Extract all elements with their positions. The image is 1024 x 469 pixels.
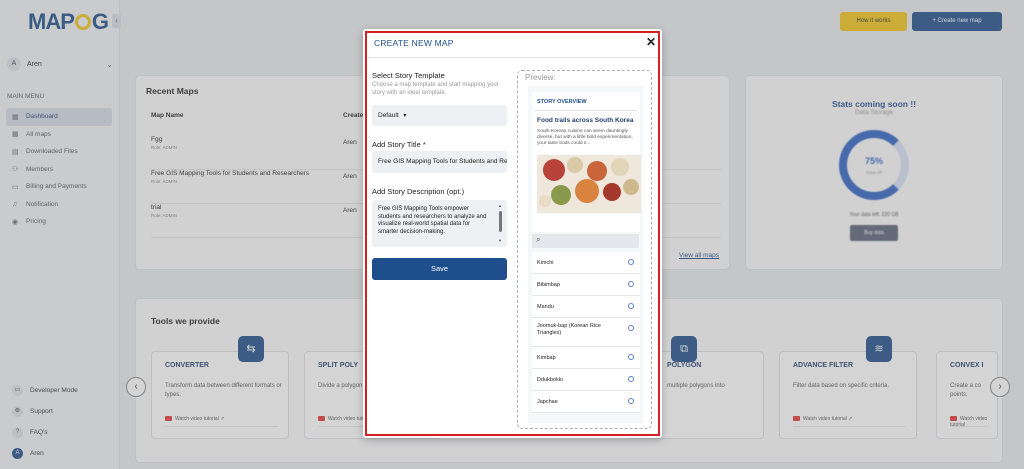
search-icon: ⌕ bbox=[536, 235, 541, 244]
preview-location-list: Kimchi Bibimbap Mandu Joomuk-bap (Korean… bbox=[532, 252, 640, 413]
story-title-input[interactable]: Free GIS Mapping Tools for Students and … bbox=[372, 151, 507, 173]
story-title-label: Add Story Title * bbox=[372, 140, 426, 149]
list-item[interactable]: Joomuk-bap (Korean Rice Triangles) bbox=[532, 318, 640, 347]
close-icon[interactable]: ✕ bbox=[646, 35, 656, 49]
location-icon bbox=[628, 376, 634, 382]
location-icon bbox=[628, 325, 634, 331]
preview-heading: Preview: bbox=[525, 73, 556, 82]
story-preview: Preview: STORY OVERVIEW Food trails acro… bbox=[517, 70, 652, 429]
story-title: Food trails across South Korea bbox=[537, 117, 634, 124]
location-icon bbox=[628, 398, 634, 404]
story-description-label: Add Story Description (opt.) bbox=[372, 187, 465, 196]
chevron-down-icon: ▾ bbox=[403, 113, 407, 119]
story-description-textarea[interactable]: Free GIS Mapping Tools empower students … bbox=[372, 200, 507, 247]
story-overview-card: STORY OVERVIEW Food trails across South … bbox=[532, 92, 641, 232]
template-select[interactable]: Default ▾ bbox=[372, 105, 507, 126]
scroll-up-icon: ▲ bbox=[498, 203, 502, 208]
preview-content: STORY OVERVIEW Food trails across South … bbox=[528, 86, 643, 423]
location-icon bbox=[628, 303, 634, 309]
list-item[interactable]: Bibimbap bbox=[532, 274, 640, 296]
location-icon bbox=[628, 259, 634, 265]
modal-title: CREATE NEW MAP bbox=[374, 38, 454, 48]
list-item[interactable]: Kimchi bbox=[532, 252, 640, 274]
save-button[interactable]: Save bbox=[372, 258, 507, 280]
story-description: South Korean cuisine can seem dauntingly… bbox=[537, 129, 633, 147]
list-item[interactable]: Mandu bbox=[532, 296, 640, 318]
create-new-map-modal: CREATE NEW MAP ✕ Select Story Template C… bbox=[363, 29, 662, 438]
food-image bbox=[537, 155, 641, 213]
list-item[interactable]: Kimbap bbox=[532, 347, 640, 369]
location-icon bbox=[628, 354, 634, 360]
preview-search[interactable]: ⌕ bbox=[532, 234, 639, 248]
location-icon bbox=[628, 281, 634, 287]
scroll-down-icon: ▼ bbox=[498, 237, 502, 243]
textarea-scrollbar[interactable]: ▲ ▼ bbox=[498, 203, 503, 243]
list-item[interactable]: Ddukbokki bbox=[532, 369, 640, 391]
template-label: Select Story Template bbox=[372, 71, 445, 80]
list-item[interactable]: Japchae bbox=[532, 391, 640, 413]
template-hint: Choose a map template and start mapping … bbox=[372, 82, 499, 96]
